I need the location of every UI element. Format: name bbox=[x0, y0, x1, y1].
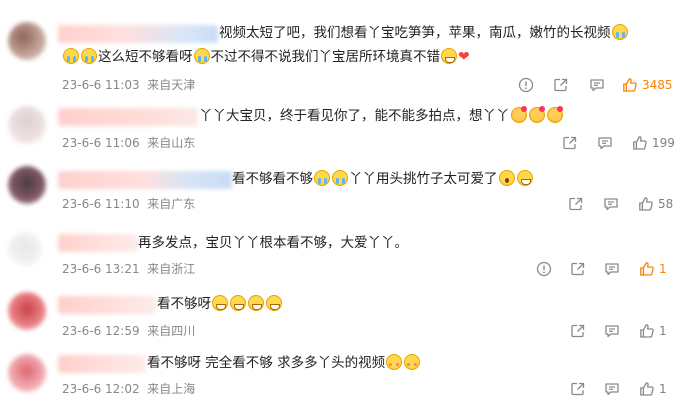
comment-text: 丫丫大宝贝，终于看见你了，能不能多拍点，想丫丫 bbox=[199, 105, 564, 127]
comment-text: 看不够呀 完全看不够 求多多丫头的视频 bbox=[147, 352, 421, 374]
username[interactable] bbox=[58, 234, 138, 252]
comment-actions: 1 bbox=[0, 322, 700, 340]
crying-emoji-icon bbox=[81, 48, 97, 64]
crying-emoji-icon bbox=[611, 24, 628, 40]
comment-item: 看不够呀 23-6-6 12:59 来自四川 1 bbox=[0, 282, 700, 344]
comment-item: 视频太短了吧，我们想看丫宝吃笋笋，苹果，南瓜，嫩竹的长视频 这么短不够看呀 不过不… bbox=[0, 0, 700, 100]
reply-icon bbox=[604, 261, 620, 277]
username[interactable] bbox=[58, 25, 218, 43]
heart-icon: ❤ bbox=[458, 49, 470, 65]
share-button[interactable] bbox=[570, 322, 586, 340]
reply-icon bbox=[604, 381, 620, 397]
share-button[interactable] bbox=[568, 195, 584, 213]
comment-item: 再多发点，宝贝丫丫根本看不够，大爱丫丫。 23-6-6 13:21 来自浙江 1 bbox=[0, 220, 700, 282]
share-icon bbox=[570, 381, 586, 397]
like-count: 199 bbox=[652, 136, 675, 150]
username[interactable] bbox=[58, 171, 232, 189]
comment-actions: 1 bbox=[0, 380, 700, 398]
reply-icon bbox=[589, 77, 605, 93]
share-icon bbox=[568, 196, 584, 212]
reply-button[interactable] bbox=[603, 195, 619, 213]
kiss-emoji-icon bbox=[546, 106, 563, 123]
share-icon bbox=[562, 135, 578, 151]
thumbs-up-icon bbox=[632, 135, 648, 151]
reply-button[interactable] bbox=[604, 322, 620, 340]
share-icon bbox=[570, 261, 586, 277]
comment-actions: 199 bbox=[0, 134, 700, 152]
thumbs-up-icon bbox=[639, 261, 655, 277]
like-button[interactable]: 3485 bbox=[622, 76, 673, 94]
share-button[interactable] bbox=[562, 134, 578, 152]
like-button[interactable]: 1 bbox=[639, 322, 667, 340]
reply-icon bbox=[604, 323, 620, 339]
username[interactable] bbox=[58, 296, 156, 314]
username[interactable] bbox=[58, 355, 146, 373]
like-count: 3485 bbox=[642, 78, 673, 92]
avatar[interactable] bbox=[8, 22, 46, 60]
crying-emoji-icon bbox=[314, 170, 330, 186]
crying-emoji-icon bbox=[332, 170, 348, 186]
grin-emoji-icon bbox=[516, 170, 533, 186]
reply-button[interactable] bbox=[604, 260, 620, 278]
share-icon bbox=[570, 323, 586, 339]
reply-icon bbox=[597, 135, 613, 151]
report-button[interactable] bbox=[518, 76, 534, 94]
crying-emoji-icon bbox=[193, 48, 210, 64]
reply-button[interactable] bbox=[604, 380, 620, 398]
crying-emoji-icon bbox=[63, 48, 79, 64]
comment-item: 看不够呀 完全看不够 求多多丫头的视频 23-6-6 12:02 来自上海 1 bbox=[0, 344, 700, 420]
comment-actions: 3485 bbox=[0, 76, 700, 94]
blush-emoji-icon bbox=[386, 354, 403, 370]
share-button[interactable] bbox=[570, 380, 586, 398]
username[interactable] bbox=[58, 108, 198, 126]
comment-actions: 1 bbox=[0, 260, 700, 278]
grin-emoji-icon bbox=[266, 295, 282, 311]
report-button[interactable] bbox=[536, 260, 552, 278]
thumbs-up-icon bbox=[639, 323, 655, 339]
thumbs-up-icon bbox=[622, 77, 638, 93]
grin-emoji-icon bbox=[248, 295, 264, 311]
share-icon bbox=[553, 77, 569, 93]
grin-emoji-icon bbox=[230, 295, 246, 311]
report-icon bbox=[536, 261, 552, 277]
comment-actions: 58 bbox=[0, 195, 700, 213]
comment-item: 看不够看不够 丫丫用头挑竹子太可爱了 23-6-6 11:10 来自广东 58 bbox=[0, 158, 700, 220]
comment-item: 丫丫大宝贝，终于看见你了，能不能多拍点，想丫丫 23-6-6 11:06 来自山… bbox=[0, 100, 700, 158]
grin-emoji-icon bbox=[441, 48, 457, 64]
thumbs-up-icon bbox=[638, 196, 654, 212]
share-button[interactable] bbox=[570, 260, 586, 278]
like-count: 1 bbox=[659, 382, 667, 396]
reply-button[interactable] bbox=[597, 134, 613, 152]
like-button[interactable]: 58 bbox=[638, 195, 673, 213]
like-count: 1 bbox=[659, 262, 667, 276]
blush-emoji-icon bbox=[404, 354, 421, 370]
report-icon bbox=[518, 77, 534, 93]
comment-text: 视频太短了吧，我们想看丫宝吃笋笋，苹果，南瓜，嫩竹的长视频 bbox=[219, 22, 629, 44]
comment-text-continued: 这么短不够看呀 不过不得不说我们丫宝居所环境真不错 ❤ bbox=[62, 46, 470, 68]
share-button[interactable] bbox=[553, 76, 569, 94]
grin-emoji-icon bbox=[212, 295, 228, 311]
shocked-emoji-icon bbox=[498, 170, 515, 186]
kiss-emoji-icon bbox=[510, 106, 527, 123]
like-count: 1 bbox=[659, 324, 667, 338]
like-button[interactable]: 1 bbox=[639, 260, 667, 278]
like-button[interactable]: 1 bbox=[639, 380, 667, 398]
like-count: 58 bbox=[658, 197, 674, 211]
like-button[interactable]: 199 bbox=[632, 134, 675, 152]
kiss-emoji-icon bbox=[528, 106, 545, 123]
comment-text: 再多发点，宝贝丫丫根本看不够，大爱丫丫。 bbox=[138, 235, 408, 251]
comment-text: 看不够呀 bbox=[157, 293, 283, 315]
thumbs-up-icon bbox=[639, 381, 655, 397]
reply-icon bbox=[603, 196, 619, 212]
comment-text: 看不够看不够 丫丫用头挑竹子太可爱了 bbox=[232, 168, 534, 190]
reply-button[interactable] bbox=[589, 76, 605, 94]
